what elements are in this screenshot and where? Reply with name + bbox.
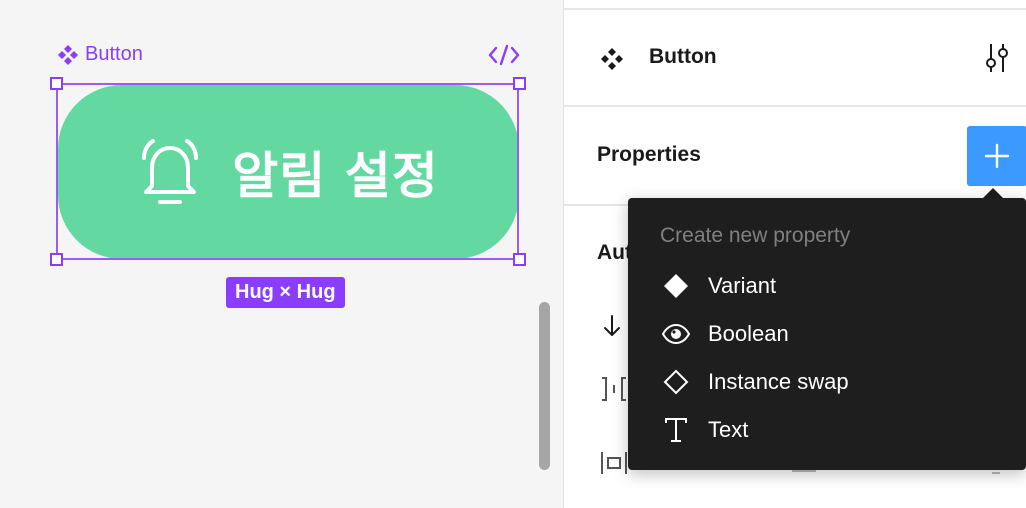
resize-handle-bottom-left[interactable]: [50, 253, 63, 266]
component-name-label[interactable]: Button: [57, 43, 143, 66]
code-icon[interactable]: [487, 42, 521, 68]
menu-heading: Create new property: [660, 224, 851, 247]
menu-item-label: Text: [708, 417, 749, 442]
text-icon: [662, 416, 690, 444]
filled-diamond-icon: [662, 272, 690, 300]
menu-item-label: Boolean: [708, 321, 789, 346]
panel-title: Button: [649, 45, 717, 68]
create-property-menu: Create new property Variant Boolean Inst…: [628, 198, 1026, 470]
design-canvas[interactable]: Button 알림 설정 Hug × Hug: [0, 0, 563, 508]
resize-handle-top-left[interactable]: [50, 77, 63, 90]
hidden-control: [792, 470, 816, 472]
properties-section-title: Properties: [597, 143, 701, 166]
spacing-icon[interactable]: [600, 376, 628, 407]
selection-box: [56, 83, 519, 260]
padding-icon[interactable]: [600, 450, 628, 481]
menu-item-text[interactable]: Text: [628, 408, 1026, 452]
size-badge: Hug × Hug: [226, 277, 345, 308]
canvas-scrollbar[interactable]: [539, 302, 550, 470]
plus-icon: [984, 143, 1010, 169]
tune-icon[interactable]: [984, 42, 1010, 79]
menu-item-label: Variant: [708, 273, 777, 298]
divider: [564, 105, 1026, 107]
arrow-down-icon[interactable]: [602, 314, 622, 343]
divider: [564, 8, 1026, 10]
menu-item-variant[interactable]: Variant: [628, 264, 1026, 308]
auto-layout-section-title: Aut: [597, 241, 632, 264]
component-name-text: Button: [85, 43, 143, 65]
menu-item-instance-swap[interactable]: Instance swap: [628, 360, 1026, 404]
component-diamond-icon: [57, 44, 79, 66]
menu-item-boolean[interactable]: Boolean: [628, 312, 1026, 356]
outline-diamond-icon: [662, 368, 690, 396]
component-icon: [600, 47, 624, 76]
add-property-button[interactable]: [967, 126, 1026, 186]
resize-handle-top-right[interactable]: [513, 77, 526, 90]
eye-icon: [662, 320, 690, 348]
menu-item-label: Instance swap: [708, 369, 849, 394]
resize-handle-bottom-right[interactable]: [513, 253, 526, 266]
